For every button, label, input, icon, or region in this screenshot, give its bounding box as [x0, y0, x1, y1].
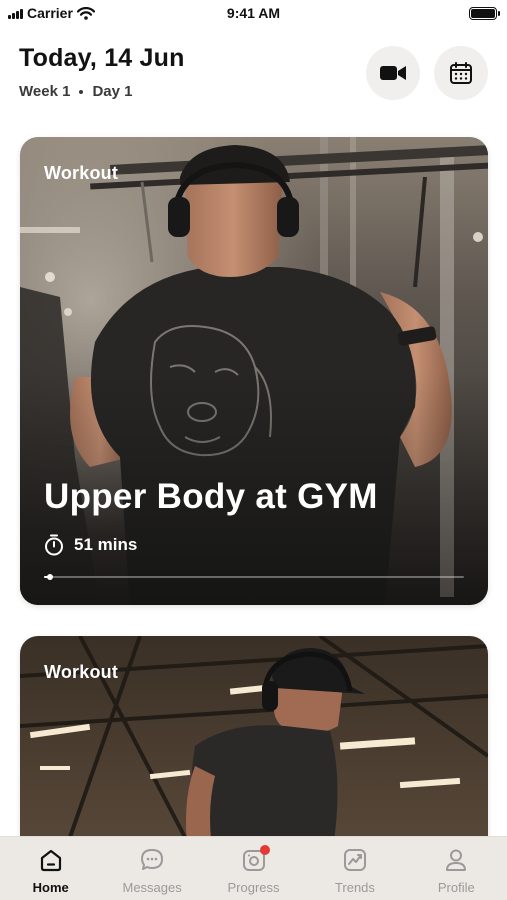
- tab-messages-label: Messages: [122, 880, 182, 895]
- camera-icon: [240, 845, 270, 874]
- battery-icon: [469, 7, 500, 20]
- video-call-button[interactable]: [366, 46, 420, 100]
- card-category-label-2: Workout: [44, 662, 119, 682]
- status-bar: Carrier 9:41 AM: [0, 0, 507, 28]
- tab-progress[interactable]: Progress: [203, 837, 304, 900]
- separator-dot: [79, 89, 84, 94]
- calendar-button[interactable]: [434, 46, 488, 100]
- status-time: 9:41 AM: [226, 5, 281, 21]
- card-category-label: Workout: [44, 163, 119, 183]
- week-day-indicator: Week 1 Day 1: [19, 83, 488, 100]
- tab-messages[interactable]: Messages: [101, 837, 202, 900]
- workout-card-2[interactable]: Workout: [20, 636, 488, 866]
- trend-chart-icon: [341, 846, 369, 874]
- tab-profile[interactable]: Profile: [406, 837, 507, 900]
- video-camera-icon: [380, 66, 406, 80]
- chat-bubble-icon: [138, 846, 166, 874]
- tab-progress-label: Progress: [227, 880, 280, 895]
- workout-progress-bar: [44, 574, 464, 580]
- workout-title: Upper Body at GYM: [44, 477, 378, 516]
- workout-card[interactable]: Workout Upper Body at GYM 51 mins: [20, 137, 488, 605]
- notification-badge: [259, 845, 270, 855]
- home-icon: [37, 846, 65, 874]
- page-header: Today, 14 Jun Week 1 Day 1: [19, 44, 488, 104]
- duration-text: 51 mins: [74, 535, 138, 554]
- week-label: Week 1: [19, 83, 71, 100]
- workout-duration: 51 mins: [44, 534, 137, 556]
- tab-trends[interactable]: Trends: [304, 837, 405, 900]
- stopwatch-icon: [45, 534, 63, 556]
- tab-home[interactable]: Home: [0, 837, 101, 900]
- tab-home-label: Home: [32, 880, 69, 895]
- day-label: Day 1: [92, 83, 133, 100]
- bottom-tab-bar: Home Messages Progress Trends Profile: [0, 836, 507, 900]
- person-icon: [442, 846, 470, 874]
- tab-profile-label: Profile: [437, 880, 475, 895]
- calendar-icon: [450, 62, 472, 84]
- tab-trends-label: Trends: [334, 880, 375, 895]
